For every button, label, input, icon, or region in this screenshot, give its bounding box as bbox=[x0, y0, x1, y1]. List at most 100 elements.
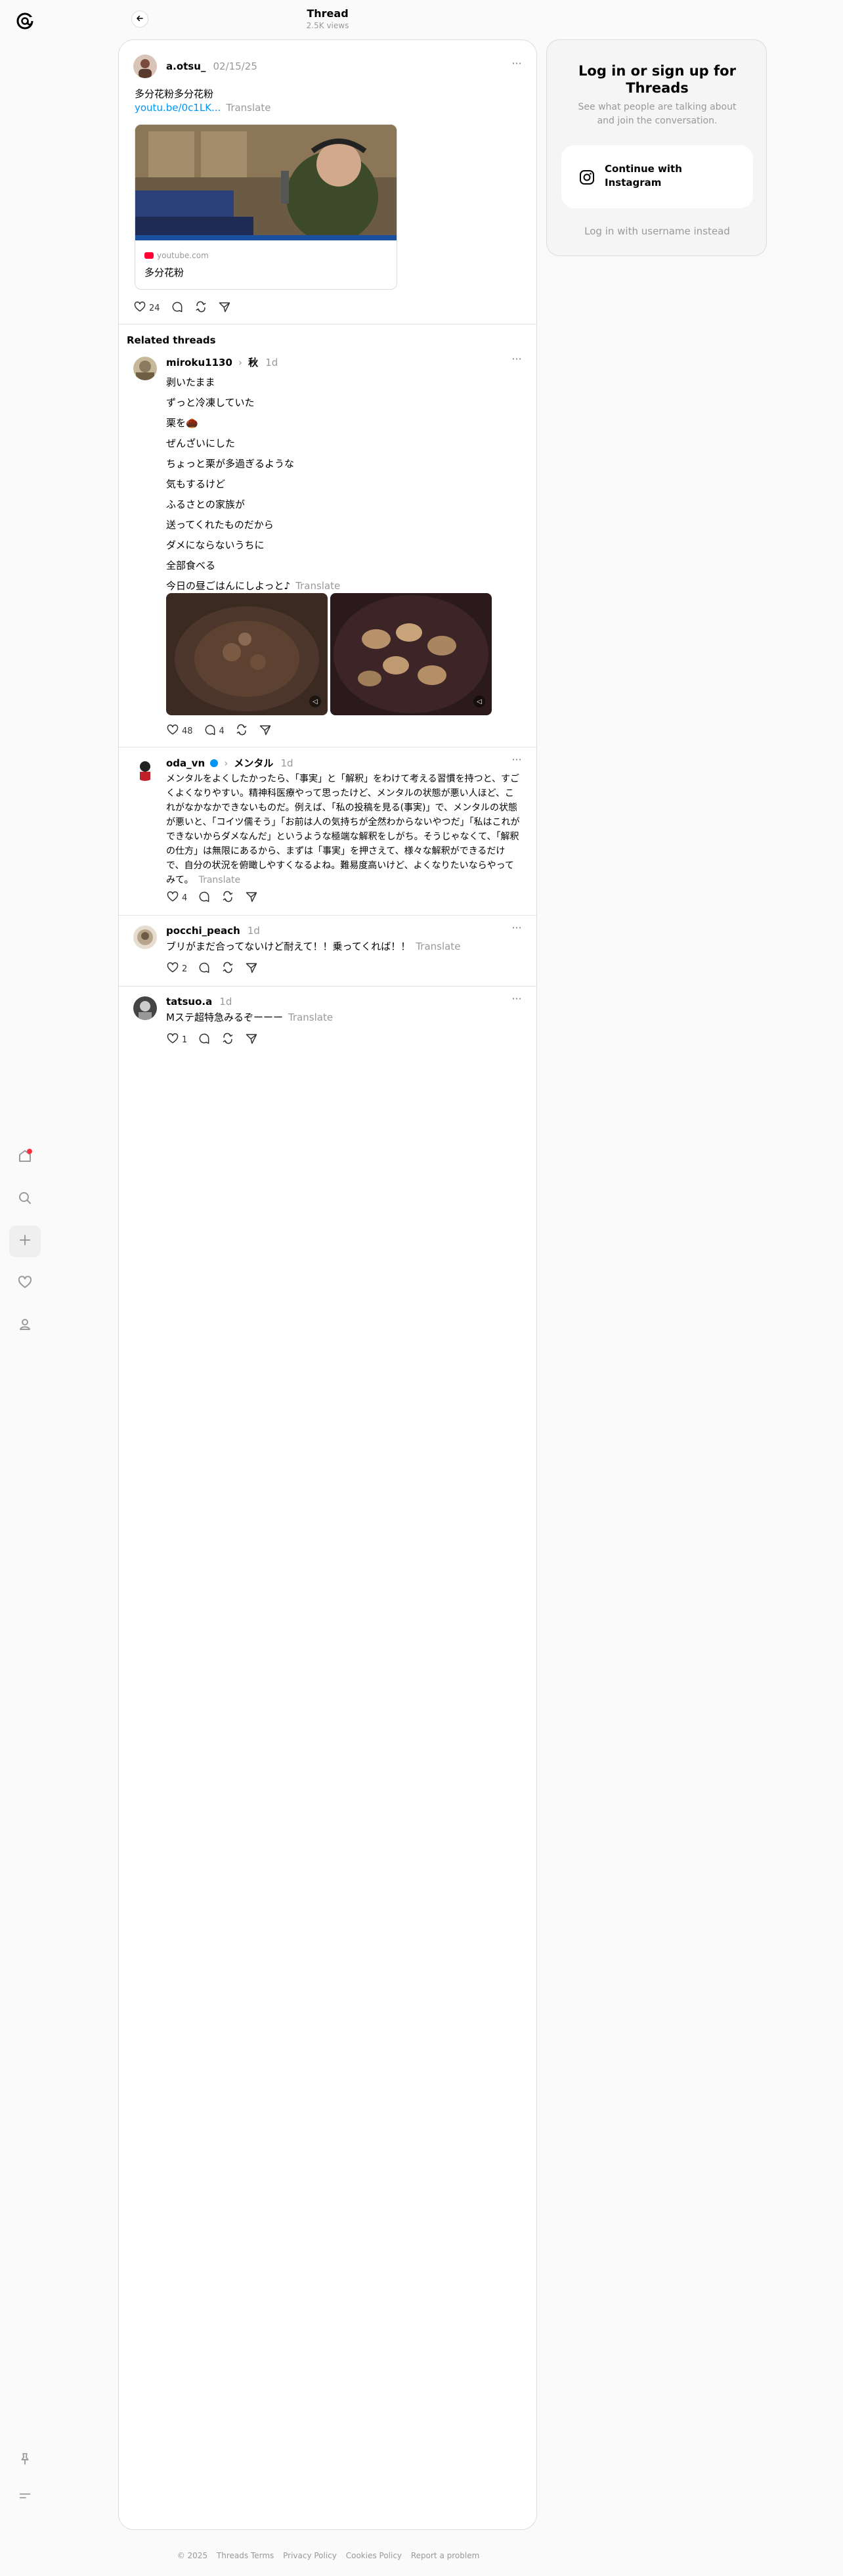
link-title: 多分花粉 bbox=[144, 267, 184, 278]
post-username[interactable]: a.otsu_ bbox=[166, 60, 205, 72]
post-link[interactable]: youtu.be/0c1LK... bbox=[135, 102, 221, 114]
like-count: 4 bbox=[182, 893, 188, 903]
share-button[interactable] bbox=[245, 961, 263, 977]
heart-icon bbox=[166, 723, 179, 739]
footer: © 2025 Threads Terms Privacy Policy Cook… bbox=[0, 2551, 657, 2560]
menu-icon bbox=[18, 2489, 32, 2506]
share-button[interactable] bbox=[259, 723, 277, 739]
post-text: メンタルをよくしたかったら、「事実」と「解釈」をわけて考える習慣を持つと、すごく… bbox=[166, 774, 520, 885]
activity-button[interactable] bbox=[9, 1268, 41, 1299]
repost-icon bbox=[235, 723, 248, 739]
profile-button[interactable] bbox=[9, 1310, 41, 1341]
send-icon bbox=[245, 890, 258, 906]
heart-icon bbox=[17, 1274, 33, 1293]
like-button[interactable]: 24 bbox=[133, 300, 165, 316]
home-button[interactable] bbox=[9, 1142, 41, 1173]
reply-button[interactable] bbox=[198, 890, 216, 906]
send-icon bbox=[245, 961, 258, 977]
post-username[interactable]: pocchi_peach bbox=[166, 925, 240, 937]
translate-link[interactable]: Translate bbox=[226, 102, 270, 114]
heart-icon bbox=[166, 890, 179, 906]
login-subtitle: See what people are talking about and jo… bbox=[578, 102, 737, 126]
youtube-icon bbox=[144, 252, 154, 259]
post-actions: 1 bbox=[166, 1032, 263, 1048]
translate-link[interactable]: Translate bbox=[288, 1011, 333, 1023]
more-options-icon[interactable]: ··· bbox=[510, 755, 523, 769]
like-button[interactable]: 2 bbox=[166, 961, 192, 977]
pin-button[interactable] bbox=[9, 2445, 41, 2476]
repost-icon bbox=[221, 890, 234, 906]
reply-button[interactable] bbox=[198, 961, 216, 977]
like-button[interactable]: 4 bbox=[166, 890, 192, 906]
mute-icon[interactable]: ◁ bbox=[309, 696, 321, 707]
send-icon bbox=[259, 723, 272, 739]
post-username[interactable]: miroku1130 bbox=[166, 357, 232, 368]
avatar[interactable] bbox=[133, 55, 157, 78]
reply-button[interactable] bbox=[198, 1032, 216, 1048]
repost-icon bbox=[221, 961, 234, 977]
post-time: 1d bbox=[265, 357, 278, 368]
footer-link-terms[interactable]: Threads Terms bbox=[217, 2551, 274, 2560]
heart-icon bbox=[166, 961, 179, 977]
reply-button[interactable]: 4 bbox=[204, 723, 230, 739]
threads-logo-icon[interactable] bbox=[13, 9, 37, 33]
instagram-icon bbox=[578, 169, 595, 186]
thread-feed: a.otsu_ 02/15/25 ··· 多分花粉多分花粉 youtu.be/0… bbox=[118, 39, 537, 2530]
translate-link[interactable]: Translate bbox=[295, 580, 340, 592]
translate-link[interactable]: Translate bbox=[416, 941, 460, 952]
login-card: Log in or sign up for Threads See what p… bbox=[546, 39, 767, 256]
more-options-icon[interactable]: ··· bbox=[510, 354, 523, 368]
footer-link-cookies[interactable]: Cookies Policy bbox=[346, 2551, 402, 2560]
post-username[interactable]: oda_vn bbox=[166, 757, 205, 769]
avatar[interactable] bbox=[133, 925, 157, 949]
repost-button[interactable] bbox=[194, 300, 213, 316]
post-time: 1d bbox=[219, 996, 232, 1008]
create-button[interactable] bbox=[9, 1226, 41, 1257]
more-options-icon[interactable]: ··· bbox=[510, 923, 523, 937]
post-text: ブリがまだ合ってないけど耐えて！！乗ってくれば！！ bbox=[166, 941, 411, 952]
post-video[interactable]: ◁ bbox=[330, 593, 492, 715]
avatar[interactable] bbox=[133, 757, 157, 781]
search-button[interactable] bbox=[9, 1184, 41, 1215]
like-count: 2 bbox=[182, 964, 188, 974]
post-username[interactable]: tatsuo.a bbox=[166, 996, 212, 1008]
topic-tag[interactable]: メンタル bbox=[234, 757, 273, 769]
username-login-link[interactable]: Log in with username instead bbox=[547, 225, 767, 237]
menu-button[interactable] bbox=[9, 2481, 41, 2513]
heart-icon bbox=[133, 300, 146, 316]
repost-button[interactable] bbox=[235, 723, 253, 739]
post-video[interactable]: ◁ bbox=[166, 593, 328, 715]
like-button[interactable]: 48 bbox=[166, 723, 198, 739]
avatar[interactable] bbox=[133, 996, 157, 1020]
post-actions: 2 bbox=[166, 961, 263, 977]
repost-button[interactable] bbox=[221, 890, 240, 906]
notification-dot bbox=[27, 1149, 32, 1154]
repost-button[interactable] bbox=[221, 961, 240, 977]
like-button[interactable]: 1 bbox=[166, 1032, 192, 1048]
more-options-icon[interactable]: ··· bbox=[510, 994, 523, 1008]
post-text: 剥いたまま ずっと冷凍していた 栗を🌰 ぜんざいにした ちょっと栗が多過ぎるよう… bbox=[166, 376, 341, 592]
footer-link-report[interactable]: Report a problem bbox=[411, 2551, 479, 2560]
post-text: Mステ超特急みるぞーーー bbox=[166, 1011, 283, 1023]
topic-tag[interactable]: 秋 bbox=[248, 357, 258, 368]
login-title: Log in or sign up for Threads bbox=[578, 63, 736, 96]
footer-link-privacy[interactable]: Privacy Policy bbox=[283, 2551, 337, 2560]
repost-button[interactable] bbox=[221, 1032, 240, 1048]
more-options-icon[interactable]: ··· bbox=[510, 58, 523, 73]
search-icon bbox=[17, 1190, 33, 1209]
share-button[interactable] bbox=[245, 890, 263, 906]
reply-button[interactable] bbox=[171, 300, 189, 316]
link-preview-card[interactable]: youtube.com 多分花粉 bbox=[135, 124, 397, 290]
post-time: 1d bbox=[247, 925, 260, 937]
share-button[interactable] bbox=[245, 1032, 263, 1048]
avatar[interactable] bbox=[133, 357, 157, 380]
translate-link[interactable]: Translate bbox=[199, 875, 241, 885]
view-count: 2.5K views bbox=[306, 21, 349, 30]
post-date: 02/15/25 bbox=[213, 60, 257, 72]
post-text: 多分花粉多分花粉 bbox=[135, 88, 214, 100]
share-button[interactable] bbox=[218, 300, 236, 316]
continue-with-instagram-button[interactable]: Continue with Instagram bbox=[561, 145, 753, 208]
mute-icon[interactable]: ◁ bbox=[473, 696, 485, 707]
post-time: 1d bbox=[280, 757, 293, 769]
page-title: Thread bbox=[307, 7, 349, 20]
